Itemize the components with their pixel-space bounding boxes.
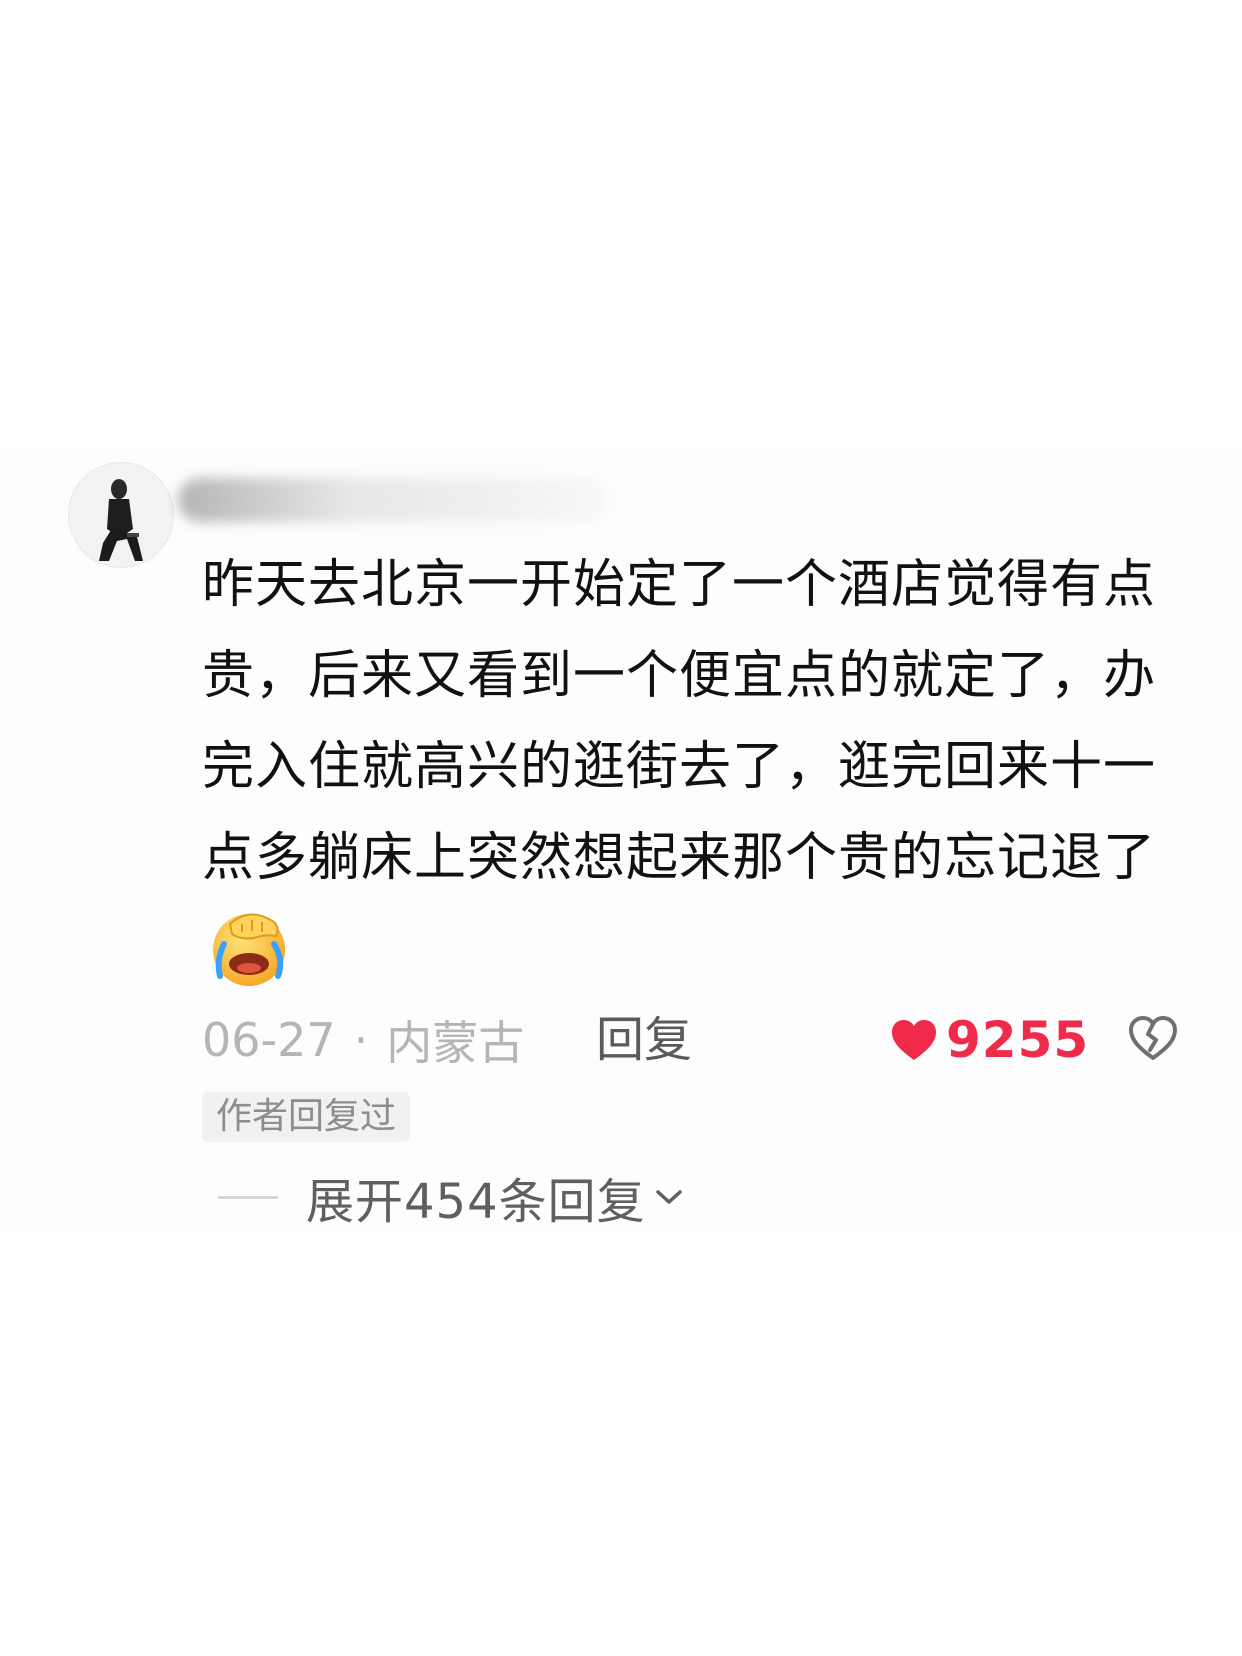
like-count: 9255 bbox=[946, 1011, 1090, 1069]
heart-icon bbox=[892, 1020, 936, 1060]
username-blurred bbox=[178, 478, 608, 522]
facepalm-laughing-crying-emoji-icon bbox=[206, 904, 292, 990]
divider-line bbox=[218, 1195, 278, 1199]
comment-date: 06-27 bbox=[202, 1013, 336, 1067]
comment-meta: 06-27 · 内蒙古 bbox=[202, 1010, 524, 1070]
user-avatar[interactable] bbox=[68, 462, 174, 568]
comment-location: 内蒙古 bbox=[386, 1016, 525, 1070]
author-replied-badge: 作者回复过 bbox=[202, 1092, 411, 1142]
comment-text: 昨天去北京一开始定了一个酒店觉得有点贵，后来又看到一个便宜点的就定了，办完入住就… bbox=[202, 555, 1157, 888]
broken-heart-icon bbox=[1129, 1016, 1177, 1060]
chevron-down-icon bbox=[655, 1190, 682, 1204]
reply-button[interactable]: 回复 bbox=[596, 1010, 692, 1070]
avatar-photo-icon bbox=[69, 463, 173, 567]
meta-separator: · bbox=[353, 1013, 369, 1067]
like-button[interactable]: 9255 bbox=[890, 1008, 1089, 1072]
expand-replies-label: 展开454条回复 bbox=[306, 1174, 646, 1230]
dislike-button[interactable] bbox=[1128, 1014, 1178, 1062]
expand-replies-button[interactable]: 展开454条回复 bbox=[218, 1165, 684, 1230]
comment-content: 昨天去北京一开始定了一个酒店觉得有点贵，后来又看到一个便宜点的就定了，办完入住就… bbox=[202, 540, 1182, 1001]
